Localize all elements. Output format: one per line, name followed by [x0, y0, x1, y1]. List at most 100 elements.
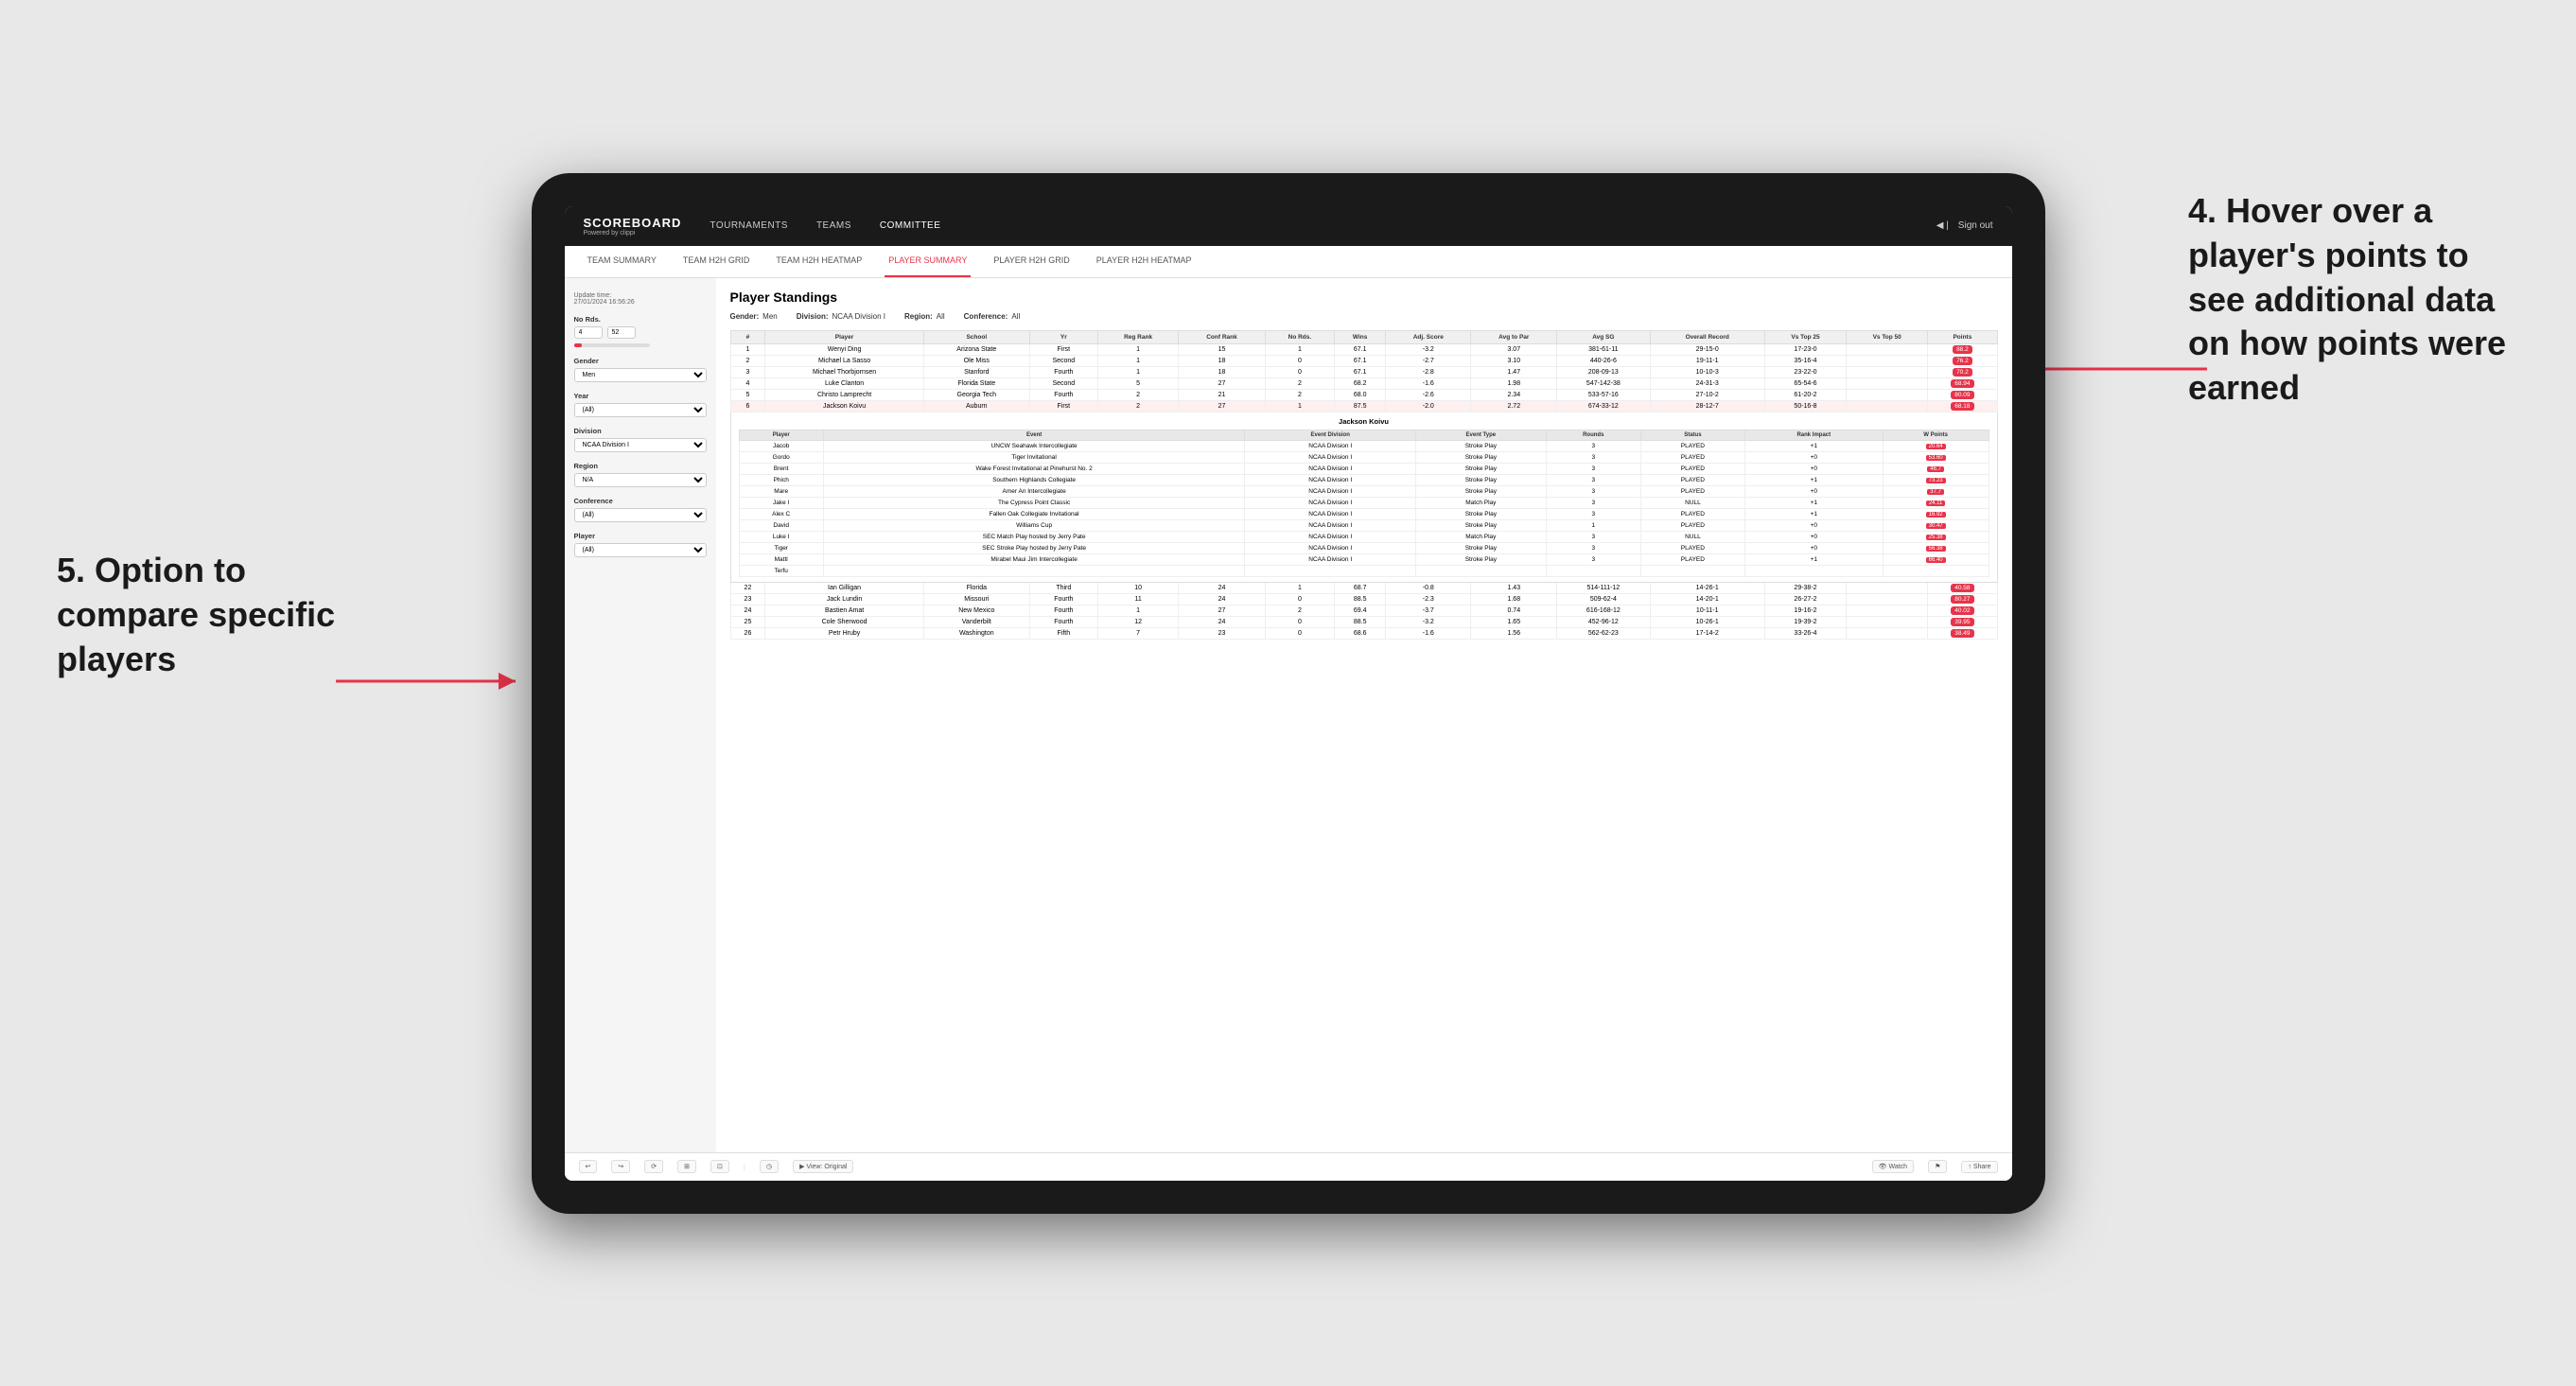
tab-team-summary[interactable]: TEAM SUMMARY — [584, 246, 660, 277]
table-header: # Player School Yr Reg Rank Conf Rank No… — [730, 330, 1997, 343]
region-select[interactable]: N/A — [574, 473, 707, 487]
region-label: Region — [574, 462, 707, 470]
player-label: Player — [574, 532, 707, 540]
col-avg-sg: Avg SG — [1557, 330, 1650, 343]
list-item: Phich Southern Highlands Collegiate NCAA… — [739, 474, 1989, 485]
nav-tournaments[interactable]: TOURNAMENTS — [710, 220, 788, 231]
refresh-button[interactable]: ⟳ — [644, 1160, 663, 1173]
list-item: Tiger SEC Stroke Play hosted by Jerry Pa… — [739, 542, 1989, 553]
tab-team-h2h-heatmap[interactable]: TEAM H2H HEATMAP — [772, 246, 866, 277]
tooltip-header: Jackson Koivu — [739, 417, 1989, 426]
no-rds-row — [574, 326, 707, 339]
col-no-rds: No Rds. — [1265, 330, 1335, 343]
col-vs50: Vs Top 50 — [1847, 330, 1928, 343]
sign-out-button[interactable]: Sign out — [1958, 220, 1993, 231]
col-points: Points — [1928, 330, 1997, 343]
list-item: David Williams Cup NCAA Division I Strok… — [739, 519, 1989, 531]
table-area: Player Standings Gender: Men Division: N… — [716, 278, 2012, 1152]
redo-button[interactable]: ↪ — [611, 1160, 630, 1173]
nav-committee[interactable]: COMMITTEE — [880, 220, 941, 231]
col-player: Player — [765, 330, 923, 343]
gender-label: Gender — [574, 357, 707, 365]
sub-navigation: TEAM SUMMARY TEAM H2H GRID TEAM H2H HEAT… — [565, 246, 2012, 278]
flag-button[interactable]: ⚑ — [1928, 1160, 1947, 1173]
list-item: Luke I SEC Match Play hosted by Jerry Pa… — [739, 531, 1989, 542]
table-row: 1 Wenyi Ding Arizona State First 1 15 1 … — [730, 343, 1997, 355]
list-item: Brent Wake Forest Invitational at Pinehu… — [739, 463, 1989, 474]
table-row: 2 Michael La Sasso Ole Miss Second 1 18 … — [730, 355, 1997, 366]
col-wins: Wins — [1335, 330, 1386, 343]
player-table: # Player School Yr Reg Rank Conf Rank No… — [730, 330, 1998, 640]
list-item: Mare Amer An Intercollegiate NCAA Divisi… — [739, 485, 1989, 497]
col-avg-topar: Avg to Par — [1471, 330, 1557, 343]
background: 5. Option to compare specific players 4.… — [0, 0, 2576, 1386]
list-item: Terfu — [739, 565, 1989, 576]
table-row: 25 Cole Sherwood Vanderbilt Fourth 12 24… — [730, 616, 1997, 627]
watch-label: Watch — [1889, 1164, 1908, 1170]
undo-button[interactable]: ↩ — [579, 1160, 598, 1173]
col-adj-score: Adj. Score — [1386, 330, 1471, 343]
table-row: 5 Christo Lamprecht Georgia Tech Fourth … — [730, 389, 1997, 400]
tab-team-h2h-grid[interactable]: TEAM H2H GRID — [679, 246, 754, 277]
table-row: 26 Petr Hruby Washington Fifth 7 23 0 68… — [730, 627, 1997, 639]
layout-button[interactable]: ⊡ — [710, 1160, 729, 1173]
no-rds-slider[interactable] — [574, 343, 650, 347]
col-reg-rank: Reg Rank — [1097, 330, 1179, 343]
sidebar: Update time: 27/01/2024 16:56:26 No Rds.… — [565, 278, 716, 1152]
col-school: School — [923, 330, 1029, 343]
division-select[interactable]: NCAA Division I — [574, 438, 707, 452]
annotation-right: 4. Hover over a player's points to see a… — [2188, 189, 2519, 411]
no-rds-from-input[interactable] — [574, 326, 603, 339]
view-icon: ▶ — [799, 1164, 804, 1170]
list-item: Jake I The Cypress Point Classic NCAA Di… — [739, 497, 1989, 508]
table-row: 4 Luke Clanton Florida State Second 5 27… — [730, 377, 1997, 389]
nav-right: ◀ | Sign out — [1936, 220, 1993, 231]
nav-links: TOURNAMENTS TEAMS COMMITTEE — [710, 220, 1936, 231]
tooltip-table-header: Player Event Event Division Event Type R… — [739, 430, 1989, 440]
share-button[interactable]: ↑ Share — [1961, 1161, 1997, 1173]
grid-button[interactable]: ⊞ — [677, 1160, 696, 1173]
no-rds-label: No Rds. — [574, 315, 707, 324]
tablet-screen: SCOREBOARD Powered by clippi TOURNAMENTS… — [565, 206, 2012, 1181]
table-row: 24 Bastien Amat New Mexico Fourth 1 27 2… — [730, 605, 1997, 616]
conference-label: Conference — [574, 497, 707, 505]
arrow-left — [336, 676, 525, 686]
tab-player-h2h-grid[interactable]: PLAYER H2H GRID — [990, 246, 1073, 277]
watch-icon: 👁 — [1879, 1164, 1887, 1170]
conference-filter: Conference: All — [964, 312, 1021, 321]
list-item: Alex C Fallen Oak Collegiate Invitationa… — [739, 508, 1989, 519]
tooltip-inner-table: Player Event Event Division Event Type R… — [739, 430, 1989, 577]
table-row: 3 Michael Thorbjornsen Stanford Fourth 1… — [730, 366, 1997, 377]
main-content: Update time: 27/01/2024 16:56:26 No Rds.… — [565, 278, 2012, 1152]
filter-row: Gender: Men Division: NCAA Division I Re… — [730, 312, 1998, 321]
list-item: Gordo Tiger Invitational NCAA Division I… — [739, 451, 1989, 463]
no-rds-to-input[interactable] — [607, 326, 636, 339]
gender-filter: Gender: Men — [730, 312, 778, 321]
region-filter: Region: All — [904, 312, 945, 321]
table-row-highlighted: 6 Jackson Koivu Auburn First 2 27 1 87.5… — [730, 400, 1997, 412]
view-original-button[interactable]: ▶ View: Original — [793, 1160, 853, 1173]
watch-button[interactable]: 👁 Watch — [1872, 1160, 1914, 1173]
conference-select[interactable]: (All) — [574, 508, 707, 522]
share-icon: ↑ — [1968, 1164, 1971, 1170]
col-vs25: Vs Top 25 — [1764, 330, 1846, 343]
player-select[interactable]: (All) — [574, 543, 707, 557]
update-time: Update time: 27/01/2024 16:56:26 — [574, 292, 707, 306]
col-overall: Overall Record — [1650, 330, 1764, 343]
clock-button[interactable]: ◷ — [760, 1160, 779, 1173]
tab-player-summary[interactable]: PLAYER SUMMARY — [885, 246, 971, 277]
view-label: View: Original — [806, 1164, 847, 1170]
tab-player-h2h-heatmap[interactable]: PLAYER H2H HEATMAP — [1093, 246, 1196, 277]
logo: SCOREBOARD Powered by clippi — [584, 216, 682, 237]
gender-select[interactable]: Men — [574, 368, 707, 382]
share-label: Share — [1973, 1164, 1991, 1170]
nav-teams[interactable]: TEAMS — [816, 220, 851, 231]
year-select[interactable]: (All) — [574, 403, 707, 417]
tablet-device: SCOREBOARD Powered by clippi TOURNAMENTS… — [532, 173, 2045, 1214]
tooltip-row: Jackson Koivu Player Event Event Divisio… — [730, 412, 1997, 582]
standings-title: Player Standings — [730, 289, 1998, 305]
top-navigation: SCOREBOARD Powered by clippi TOURNAMENTS… — [565, 206, 2012, 246]
annotation-left: 5. Option to compare specific players — [57, 549, 341, 681]
col-rank: # — [730, 330, 765, 343]
table-row: 23 Jack Lundin Missouri Fourth 11 24 0 8… — [730, 593, 1997, 605]
